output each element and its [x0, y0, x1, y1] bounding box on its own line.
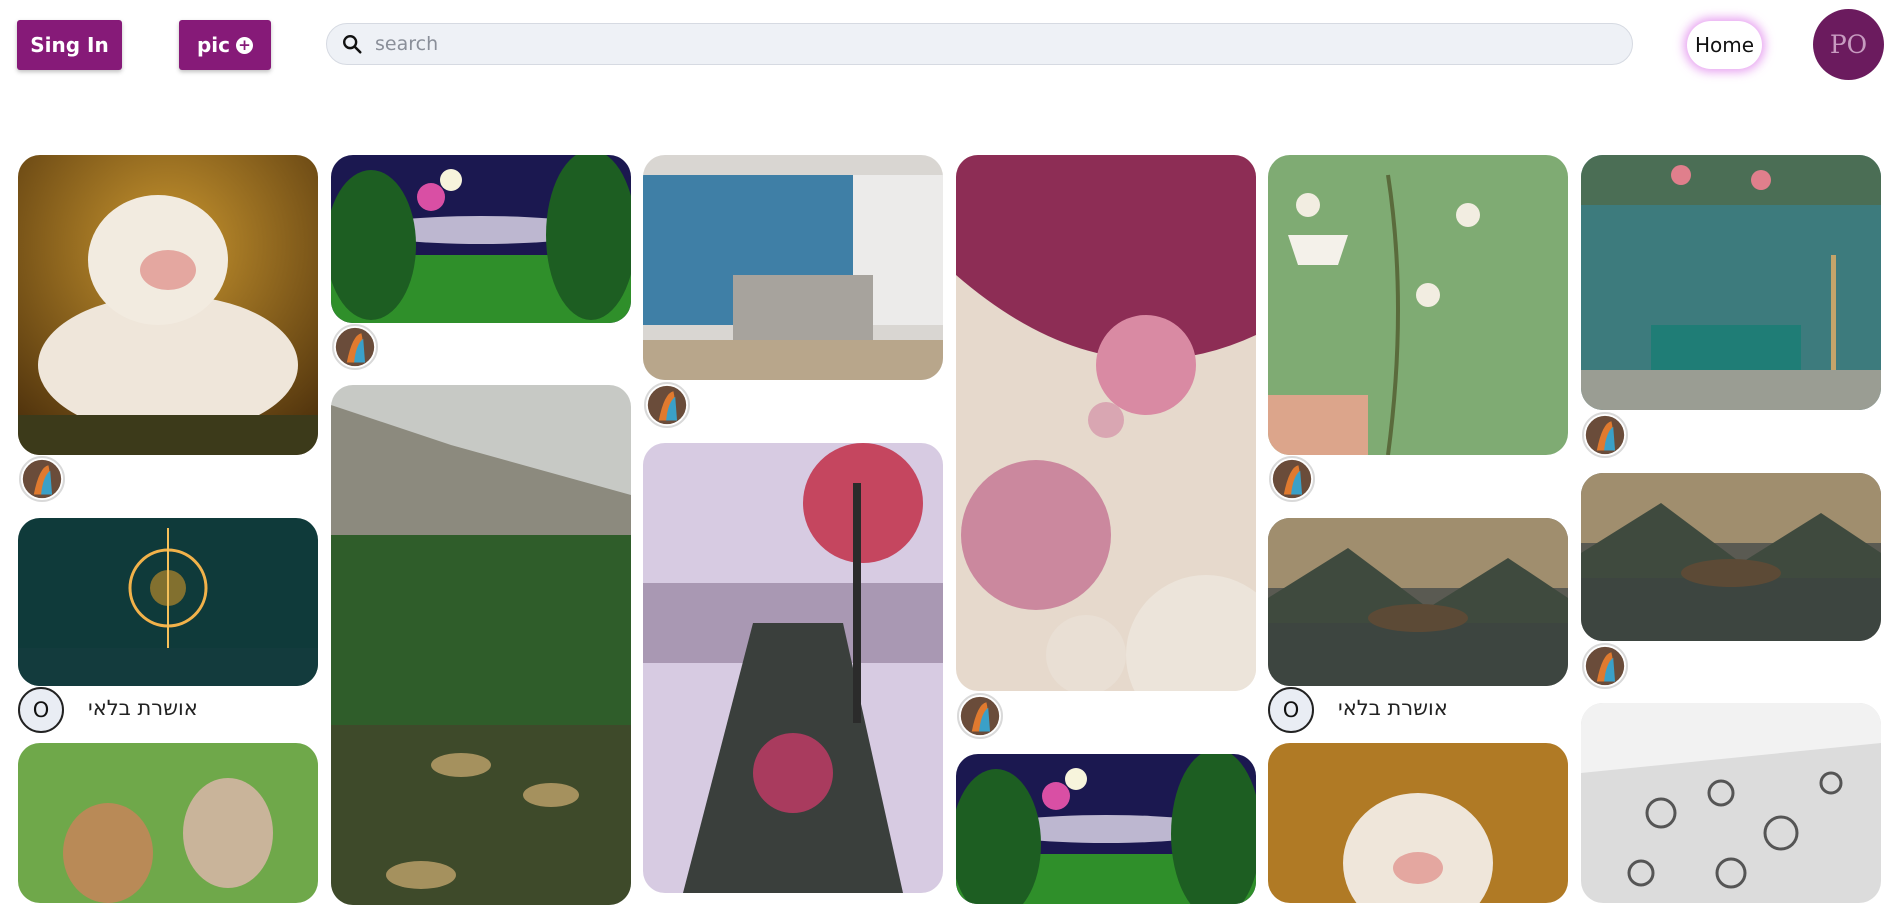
pin-image[interactable] [1581, 155, 1881, 410]
plus-circle-icon: + [236, 36, 254, 54]
sign-in-label: Sing In [30, 33, 109, 57]
pin-image[interactable] [1268, 743, 1568, 903]
pin-image[interactable] [1581, 473, 1881, 641]
user-avatar[interactable]: O [18, 687, 64, 733]
user-initial: O [32, 698, 50, 722]
user-avatar[interactable] [1269, 456, 1315, 502]
user-avatar[interactable] [1582, 643, 1628, 689]
pin-image[interactable] [18, 155, 318, 455]
user-avatar[interactable] [1582, 412, 1628, 458]
search-input[interactable] [373, 32, 1577, 56]
pin-image[interactable] [1268, 155, 1568, 455]
user-avatar[interactable] [332, 324, 378, 370]
profile-avatar[interactable]: PO [1813, 9, 1884, 80]
pin-image[interactable] [956, 754, 1256, 904]
add-pic-label: pic [196, 33, 231, 57]
pin-image[interactable] [956, 155, 1256, 691]
pin-image[interactable] [643, 155, 943, 380]
sign-in-button[interactable]: Sing In [17, 20, 122, 70]
add-pic-button[interactable]: pic + [179, 20, 271, 70]
home-label: Home [1694, 33, 1755, 57]
profile-initials: PO [1829, 30, 1868, 59]
user-name: אושרת בלאי [88, 696, 198, 720]
pin-image[interactable] [18, 518, 318, 686]
pin-image[interactable] [331, 385, 631, 905]
user-name: אושרת בלאי [1338, 696, 1448, 720]
user-avatar[interactable] [957, 693, 1003, 739]
pin-image[interactable] [643, 443, 943, 893]
search-icon [343, 35, 362, 54]
search-bar[interactable] [326, 23, 1633, 65]
user-avatar[interactable] [644, 382, 690, 428]
home-button[interactable]: Home [1687, 21, 1762, 69]
pin-image[interactable] [1581, 703, 1881, 903]
pin-image[interactable] [331, 155, 631, 323]
user-avatar[interactable] [19, 456, 65, 502]
pin-image[interactable] [18, 743, 318, 903]
user-initial: O [1282, 698, 1300, 722]
user-avatar[interactable]: O [1268, 687, 1314, 733]
pin-image[interactable] [1268, 518, 1568, 686]
